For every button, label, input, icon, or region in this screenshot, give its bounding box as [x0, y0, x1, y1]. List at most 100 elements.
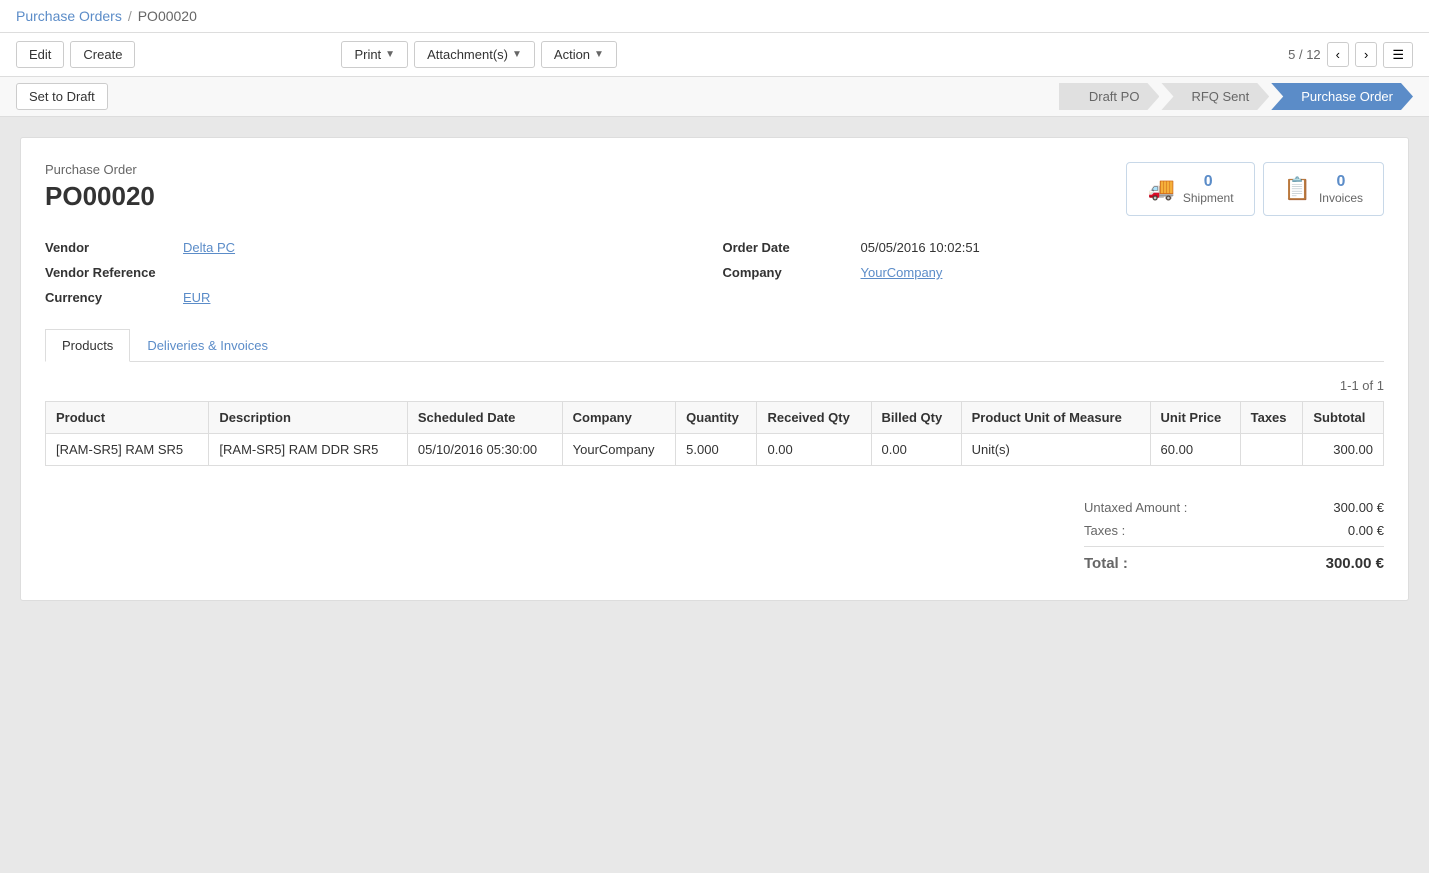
vendor-field-row: Vendor Delta PC — [45, 240, 707, 255]
left-fields: Vendor Delta PC Vendor Reference Currenc… — [45, 240, 707, 305]
next-page-button[interactable]: › — [1355, 42, 1377, 67]
col-subtotal: Subtotal — [1303, 402, 1384, 434]
smart-buttons: 🚚 0 Shipment 📋 0 Invoices — [1126, 162, 1384, 216]
total-label: Total : — [1084, 555, 1128, 572]
taxes-label: Taxes : — [1084, 523, 1125, 538]
print-button[interactable]: Print ▼ — [341, 41, 408, 68]
company-field-row: Company YourCompany — [723, 265, 1385, 280]
cell-product-uom: Unit(s) — [961, 434, 1150, 466]
breadcrumb-separator: / — [128, 8, 132, 24]
attachments-label: Attachment(s) — [427, 47, 508, 62]
shipment-count: 0 — [1183, 173, 1234, 191]
breadcrumb: Purchase Orders / PO00020 — [16, 8, 197, 24]
currency-field-row: Currency EUR — [45, 290, 707, 305]
status-step-rfq[interactable]: RFQ Sent — [1161, 83, 1269, 110]
vendor-label: Vendor — [45, 240, 175, 255]
order-date-value: 05/05/2016 10:02:51 — [861, 240, 980, 255]
breadcrumb-current: PO00020 — [138, 8, 197, 24]
order-date-field-row: Order Date 05/05/2016 10:02:51 — [723, 240, 1385, 255]
products-table: Product Description Scheduled Date Compa… — [45, 401, 1384, 466]
untaxed-value: 300.00 € — [1333, 500, 1384, 515]
pagination-section: 5 / 12 ‹ › ☰ — [1288, 42, 1413, 68]
tabs: Products Deliveries & Invoices — [45, 329, 1384, 362]
currency-label: Currency — [45, 290, 175, 305]
order-date-label: Order Date — [723, 240, 853, 255]
print-label: Print — [354, 47, 381, 62]
col-scheduled-date: Scheduled Date — [407, 402, 562, 434]
col-company: Company — [562, 402, 676, 434]
cell-quantity: 5.000 — [676, 434, 757, 466]
col-quantity: Quantity — [676, 402, 757, 434]
invoices-count: 0 — [1319, 173, 1363, 191]
tab-products[interactable]: Products — [45, 329, 130, 362]
invoices-smart-button[interactable]: 📋 0 Invoices — [1263, 162, 1384, 216]
status-step-purchase[interactable]: Purchase Order — [1271, 83, 1413, 110]
col-unit-price: Unit Price — [1150, 402, 1240, 434]
edit-button[interactable]: Edit — [16, 41, 64, 68]
action-bar: Edit Create Print ▼ Attachment(s) ▼ Acti… — [0, 33, 1429, 77]
table-header-row: Product Description Scheduled Date Compa… — [46, 402, 1384, 434]
right-fields: Order Date 05/05/2016 10:02:51 Company Y… — [723, 240, 1385, 305]
cell-description: [RAM-SR5] RAM DDR SR5 — [209, 434, 407, 466]
breadcrumb-parent[interactable]: Purchase Orders — [16, 8, 122, 24]
untaxed-row: Untaxed Amount : 300.00 € — [1084, 496, 1384, 519]
taxes-row: Taxes : 0.00 € — [1084, 519, 1384, 542]
total-row: Total : 300.00 € — [1084, 546, 1384, 576]
attachments-dropdown-arrow: ▼ — [512, 49, 522, 60]
company-value[interactable]: YourCompany — [861, 265, 943, 280]
form-title: PO00020 — [45, 181, 155, 212]
main-content: Purchase Order PO00020 🚚 0 Shipment 📋 0 … — [0, 117, 1429, 621]
pagination-info: 5 / 12 — [1288, 47, 1321, 62]
col-taxes: Taxes — [1240, 402, 1303, 434]
vendor-ref-label: Vendor Reference — [45, 265, 175, 280]
vendor-ref-field-row: Vendor Reference — [45, 265, 707, 280]
cell-received-qty: 0.00 — [757, 434, 871, 466]
status-step-draft[interactable]: Draft PO — [1059, 83, 1160, 110]
vendor-value[interactable]: Delta PC — [183, 240, 235, 255]
print-dropdown-arrow: ▼ — [385, 49, 395, 60]
create-button[interactable]: Create — [70, 41, 135, 68]
cell-company: YourCompany — [562, 434, 676, 466]
action-label: Action — [554, 47, 590, 62]
invoice-icon: 📋 — [1284, 176, 1311, 202]
company-label: Company — [723, 265, 853, 280]
cell-taxes — [1240, 434, 1303, 466]
list-view-button[interactable]: ☰ — [1383, 42, 1413, 68]
truck-icon: 🚚 — [1147, 176, 1174, 202]
col-product-uom: Product Unit of Measure — [961, 402, 1150, 434]
table-pagination: 1-1 of 1 — [45, 378, 1384, 393]
cell-unit-price: 60.00 — [1150, 434, 1240, 466]
form-title-section: Purchase Order PO00020 — [45, 162, 155, 212]
cell-subtotal: 300.00 — [1303, 434, 1384, 466]
action-button[interactable]: Action ▼ — [541, 41, 617, 68]
total-value: 300.00 € — [1326, 555, 1384, 572]
form-container: Purchase Order PO00020 🚚 0 Shipment 📋 0 … — [20, 137, 1409, 601]
col-received-qty: Received Qty — [757, 402, 871, 434]
taxes-value: 0.00 € — [1348, 523, 1384, 538]
shipment-label: Shipment — [1183, 191, 1234, 205]
cell-billed-qty: 0.00 — [871, 434, 961, 466]
currency-value[interactable]: EUR — [183, 290, 210, 305]
cell-product: [RAM-SR5] RAM SR5 — [46, 434, 209, 466]
col-billed-qty: Billed Qty — [871, 402, 961, 434]
form-header: Purchase Order PO00020 🚚 0 Shipment 📋 0 … — [45, 162, 1384, 216]
table-row[interactable]: [RAM-SR5] RAM SR5 [RAM-SR5] RAM DDR SR5 … — [46, 434, 1384, 466]
form-fields: Vendor Delta PC Vendor Reference Currenc… — [45, 240, 1384, 305]
status-bar: Set to Draft Draft PO RFQ Sent Purchase … — [0, 77, 1429, 117]
invoices-label: Invoices — [1319, 191, 1363, 205]
totals-table: Untaxed Amount : 300.00 € Taxes : 0.00 €… — [1084, 496, 1384, 576]
form-subtitle: Purchase Order — [45, 162, 155, 177]
action-dropdown-arrow: ▼ — [594, 49, 604, 60]
cell-scheduled-date: 05/10/2016 05:30:00 — [407, 434, 562, 466]
col-product: Product — [46, 402, 209, 434]
tab-deliveries[interactable]: Deliveries & Invoices — [130, 329, 285, 362]
status-steps: Draft PO RFQ Sent Purchase Order — [1059, 83, 1413, 110]
breadcrumb-bar: Purchase Orders / PO00020 — [0, 0, 1429, 33]
col-description: Description — [209, 402, 407, 434]
untaxed-label: Untaxed Amount : — [1084, 500, 1187, 515]
attachments-button[interactable]: Attachment(s) ▼ — [414, 41, 535, 68]
shipment-smart-button[interactable]: 🚚 0 Shipment — [1126, 162, 1254, 216]
set-to-draft-button[interactable]: Set to Draft — [16, 83, 108, 110]
prev-page-button[interactable]: ‹ — [1327, 42, 1349, 67]
totals-section: Untaxed Amount : 300.00 € Taxes : 0.00 €… — [45, 486, 1384, 576]
